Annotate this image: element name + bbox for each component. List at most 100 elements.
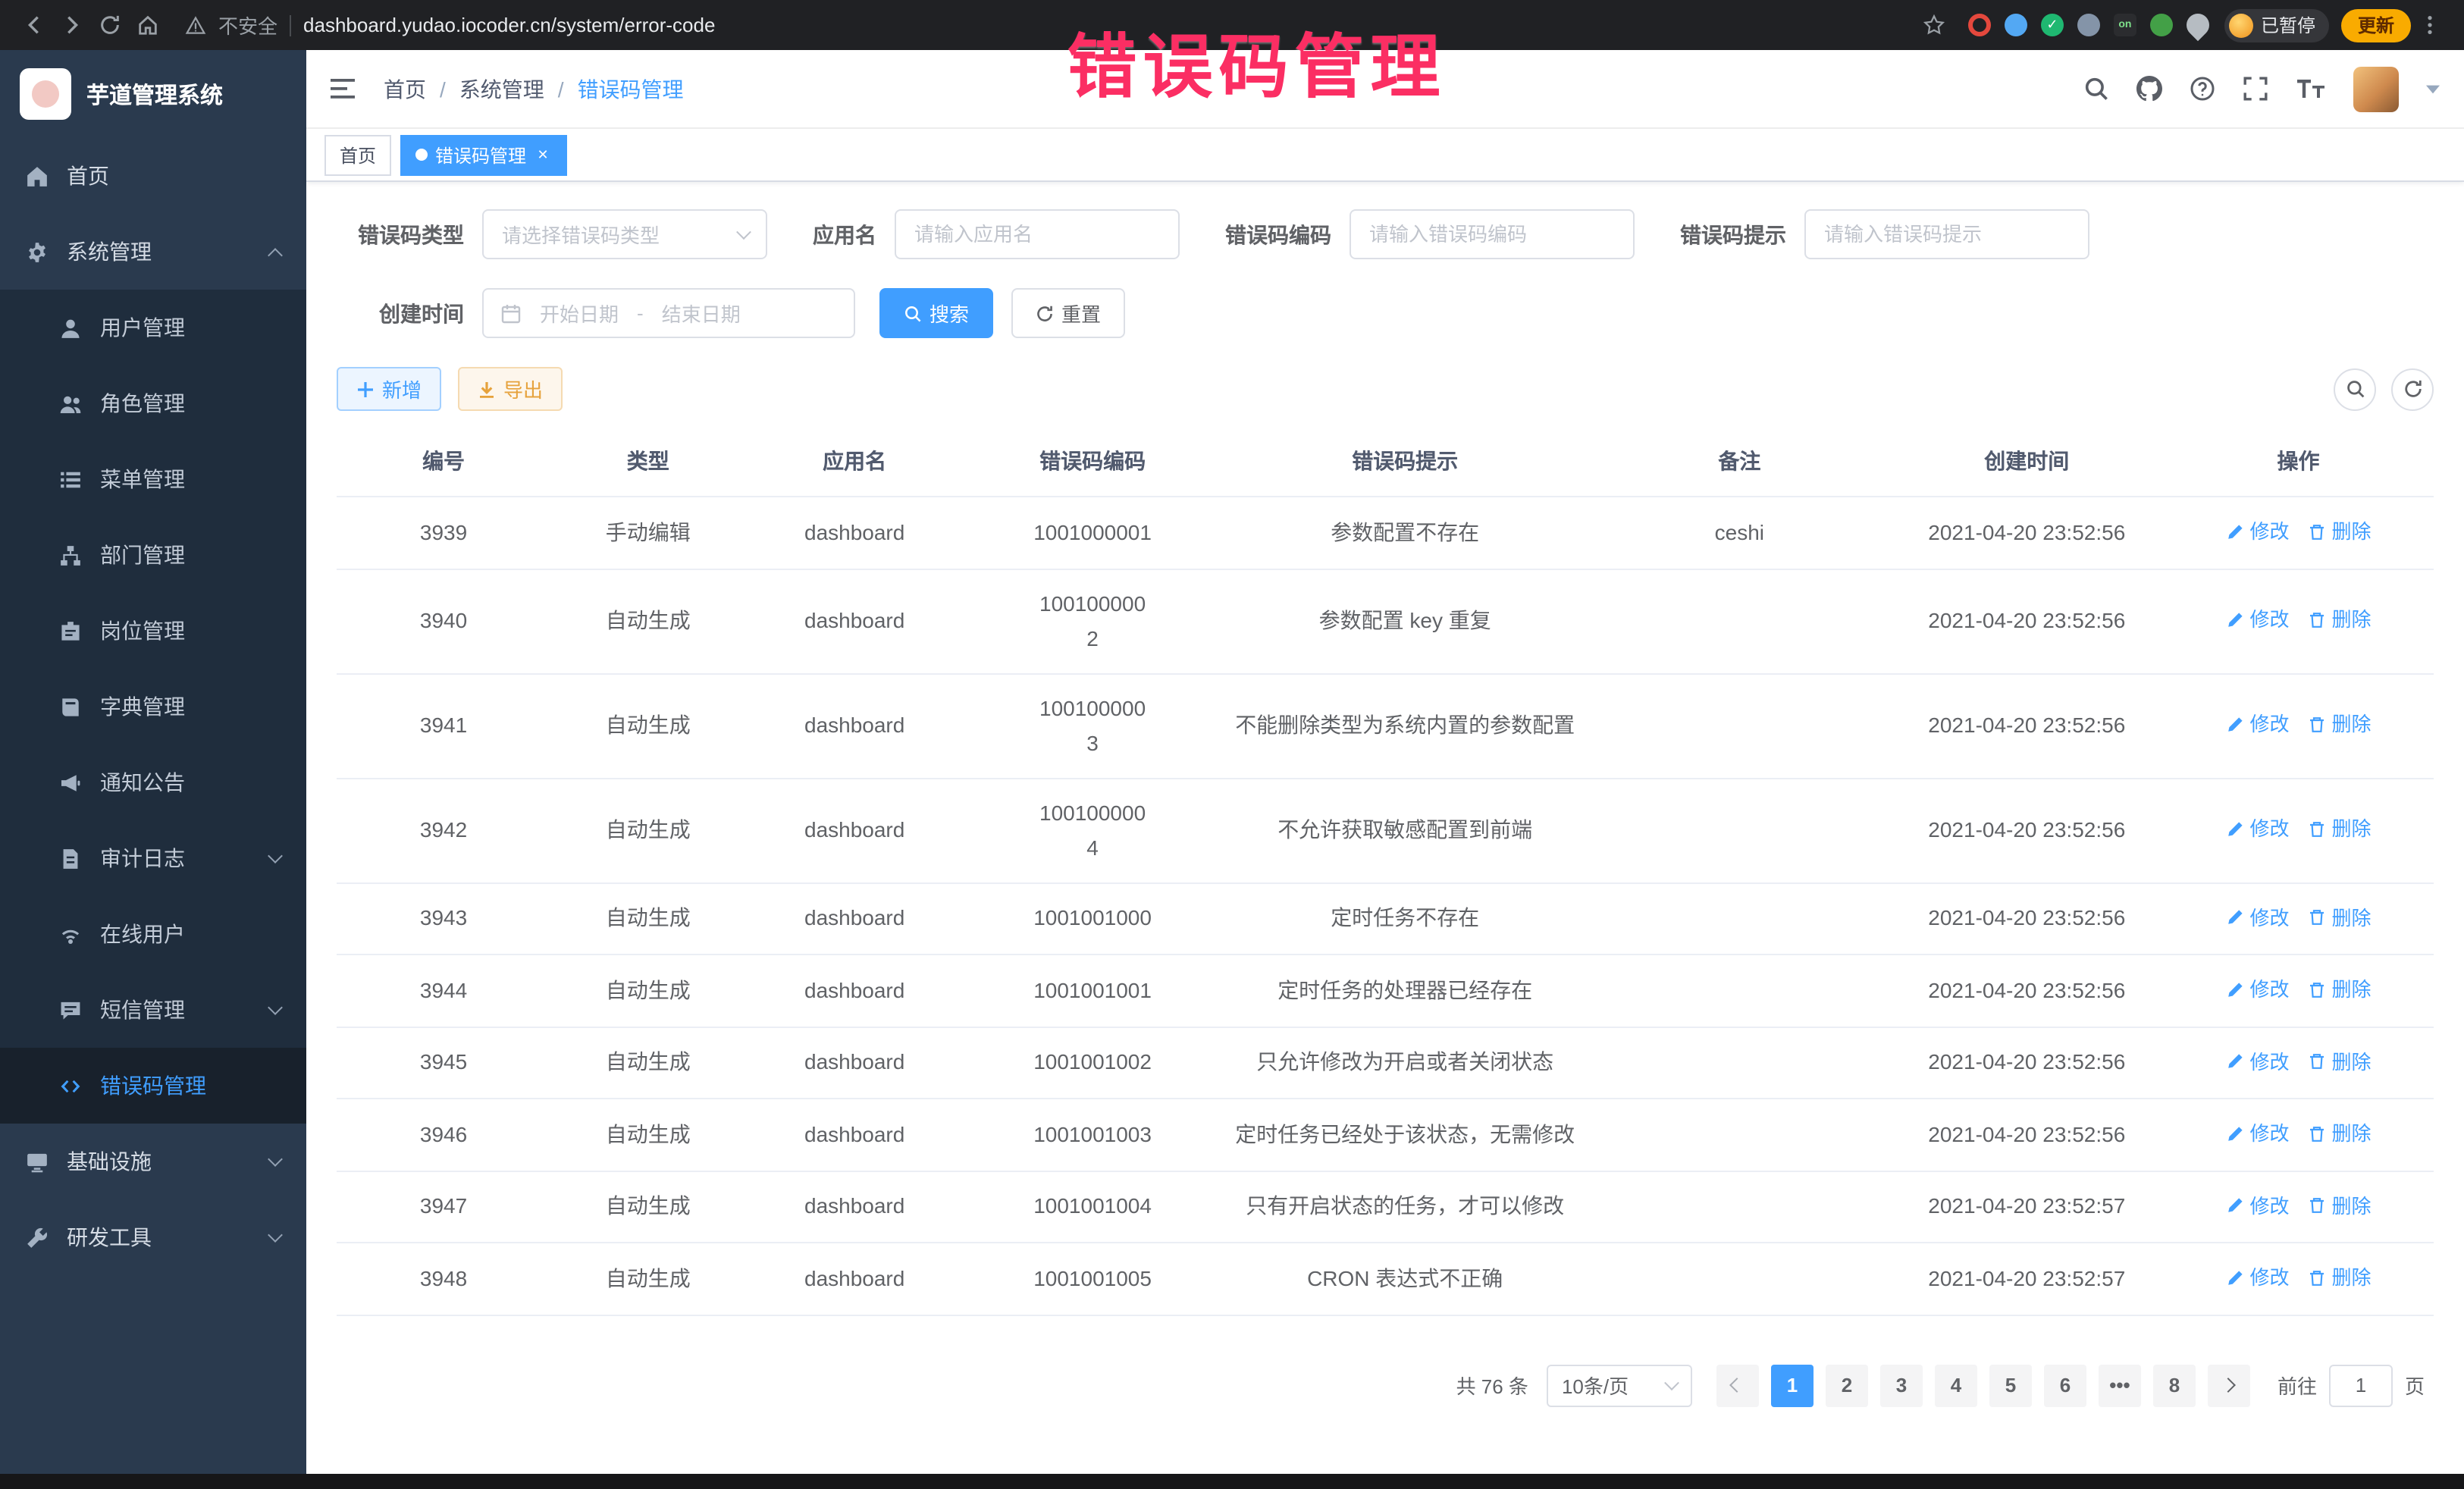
tag-home[interactable]: 首页 bbox=[324, 134, 391, 175]
cell-app: dashboard bbox=[745, 673, 964, 778]
page-button-5[interactable]: 5 bbox=[1989, 1364, 2032, 1406]
edit-link[interactable]: 修改 bbox=[2226, 900, 2290, 935]
error-code-input[interactable] bbox=[1350, 209, 1635, 259]
page-size-select[interactable]: 10条/页 bbox=[1547, 1364, 1692, 1406]
edit-link[interactable]: 修改 bbox=[2226, 603, 2290, 638]
page-button-4[interactable]: 4 bbox=[1935, 1364, 1977, 1406]
edit-link[interactable]: 修改 bbox=[2226, 707, 2290, 742]
cell-id: 3943 bbox=[337, 882, 550, 955]
pin-extension-icon[interactable] bbox=[2182, 9, 2214, 41]
prev-page-button[interactable] bbox=[1716, 1364, 1759, 1406]
people-extension-icon[interactable] bbox=[2077, 14, 2100, 36]
infra-icon bbox=[26, 1150, 49, 1173]
user-avatar[interactable] bbox=[2353, 66, 2399, 111]
sidebar-item-audit-log[interactable]: 审计日志 bbox=[0, 820, 306, 896]
delete-link[interactable]: 删除 bbox=[2308, 707, 2372, 742]
page-button-2[interactable]: 2 bbox=[1826, 1364, 1868, 1406]
edit-link[interactable]: 修改 bbox=[2226, 812, 2290, 847]
search-icon[interactable] bbox=[2083, 76, 2109, 102]
browser-update-button[interactable]: 更新 bbox=[2341, 8, 2411, 42]
breadcrumb-home[interactable]: 首页 bbox=[384, 74, 426, 104]
page-button-3[interactable]: 3 bbox=[1880, 1364, 1923, 1406]
delete-link[interactable]: 删除 bbox=[2308, 1188, 2372, 1223]
browser-menu-icon[interactable] bbox=[2411, 6, 2449, 44]
leaf-extension-icon[interactable] bbox=[2150, 14, 2173, 36]
tag-error-code[interactable]: 错误码管理 bbox=[400, 134, 567, 175]
on-badge-extension-icon[interactable]: on bbox=[2114, 14, 2136, 36]
delete-link[interactable]: 删除 bbox=[2308, 514, 2372, 549]
breadcrumb-system[interactable]: 系统管理 bbox=[459, 74, 544, 104]
add-button[interactable]: 新增 bbox=[337, 367, 441, 411]
delete-icon bbox=[2308, 1196, 2326, 1215]
delete-link[interactable]: 删除 bbox=[2308, 1044, 2372, 1079]
tag-close-icon[interactable] bbox=[534, 146, 552, 164]
app-logo[interactable]: 芋道管理系统 bbox=[0, 50, 306, 138]
page-more-button[interactable]: ••• bbox=[2099, 1364, 2141, 1406]
sidebar-item-system[interactable]: 系统管理 bbox=[0, 214, 306, 290]
export-button[interactable]: 导出 bbox=[458, 367, 563, 411]
check-extension-icon[interactable]: ✓ bbox=[2041, 14, 2064, 36]
avatar-caret-icon[interactable] bbox=[2426, 84, 2440, 93]
goto-page-input[interactable] bbox=[2329, 1364, 2393, 1406]
delete-link[interactable]: 删除 bbox=[2308, 812, 2372, 847]
logo-image bbox=[20, 68, 71, 120]
github-icon[interactable] bbox=[2136, 76, 2162, 102]
app-name-label: 应用名 bbox=[813, 219, 876, 249]
sidebar-item-home[interactable]: 首页 bbox=[0, 138, 306, 214]
cell-time: 2021-04-20 23:52:56 bbox=[1891, 955, 2164, 1027]
browser-reload-icon[interactable] bbox=[91, 6, 129, 44]
sidebar-item-error-code[interactable]: 错误码管理 bbox=[0, 1048, 306, 1124]
app-name-input[interactable] bbox=[895, 209, 1180, 259]
sidebar-item-post[interactable]: 岗位管理 bbox=[0, 593, 306, 669]
error-code-table: 编号类型应用名错误码编码错误码提示备注创建时间操作 3939手动编辑dashbo… bbox=[337, 428, 2434, 1315]
search-button[interactable]: 搜索 bbox=[879, 288, 993, 338]
error-type-select[interactable]: 请选择错误码类型 bbox=[482, 209, 767, 259]
toggle-search-button[interactable] bbox=[2334, 368, 2376, 410]
drop-extension-icon[interactable] bbox=[2005, 14, 2027, 36]
edit-link[interactable]: 修改 bbox=[2226, 972, 2290, 1007]
reset-button[interactable]: 重置 bbox=[1011, 288, 1125, 338]
font-size-icon[interactable] bbox=[2296, 76, 2326, 102]
edit-link[interactable]: 修改 bbox=[2226, 1188, 2290, 1223]
column-header: 错误码编码 bbox=[964, 428, 1221, 497]
sidebar-item-dev-tools[interactable]: 研发工具 bbox=[0, 1199, 306, 1275]
delete-link[interactable]: 删除 bbox=[2308, 1260, 2372, 1295]
sidebar-item-menu[interactable]: 菜单管理 bbox=[0, 441, 306, 517]
chevron-down-icon bbox=[736, 224, 751, 240]
sidebar-item-dict[interactable]: 字典管理 bbox=[0, 669, 306, 744]
edit-icon bbox=[2226, 820, 2244, 839]
browser-back-icon[interactable] bbox=[15, 6, 53, 44]
sidebar-item-online-user[interactable]: 在线用户 bbox=[0, 896, 306, 972]
next-page-button[interactable] bbox=[2208, 1364, 2250, 1406]
app-title: 芋道管理系统 bbox=[86, 78, 223, 110]
delete-link[interactable]: 删除 bbox=[2308, 603, 2372, 638]
sidebar-item-role[interactable]: 角色管理 bbox=[0, 365, 306, 441]
sidebar-item-user[interactable]: 用户管理 bbox=[0, 290, 306, 365]
page-button-6[interactable]: 6 bbox=[2044, 1364, 2086, 1406]
edit-link[interactable]: 修改 bbox=[2226, 1044, 2290, 1079]
browser-profile-chip[interactable]: 已暂停 bbox=[2224, 8, 2329, 42]
bookmark-star-icon[interactable] bbox=[1915, 6, 1953, 44]
page-button-8[interactable]: 8 bbox=[2153, 1364, 2196, 1406]
sidebar-item-notice[interactable]: 通知公告 bbox=[0, 744, 306, 820]
edit-link[interactable]: 修改 bbox=[2226, 514, 2290, 549]
fullscreen-icon[interactable] bbox=[2243, 76, 2268, 102]
browser-forward-icon[interactable] bbox=[53, 6, 91, 44]
date-range-picker[interactable]: 开始日期 - 结束日期 bbox=[482, 288, 855, 338]
sidebar-item-sms[interactable]: 短信管理 bbox=[0, 972, 306, 1048]
record-extension-icon[interactable] bbox=[1968, 14, 1991, 36]
delete-link[interactable]: 删除 bbox=[2308, 1116, 2372, 1151]
sidebar-item-dept[interactable]: 部门管理 bbox=[0, 517, 306, 593]
delete-link[interactable]: 删除 bbox=[2308, 972, 2372, 1007]
edit-link[interactable]: 修改 bbox=[2226, 1116, 2290, 1151]
sidebar-item-infra[interactable]: 基础设施 bbox=[0, 1124, 306, 1199]
sidebar-toggle-icon[interactable] bbox=[331, 77, 356, 100]
edit-link[interactable]: 修改 bbox=[2226, 1260, 2290, 1295]
delete-link[interactable]: 删除 bbox=[2308, 900, 2372, 935]
address-bar[interactable]: 不安全 dashboard.yudao.iocoder.cn/system/er… bbox=[185, 11, 1915, 39]
docs-question-icon[interactable] bbox=[2190, 76, 2215, 102]
refresh-table-button[interactable] bbox=[2391, 368, 2434, 410]
page-button-1[interactable]: 1 bbox=[1771, 1364, 1814, 1406]
browser-home-icon[interactable] bbox=[129, 6, 167, 44]
error-hint-input[interactable] bbox=[1804, 209, 2089, 259]
